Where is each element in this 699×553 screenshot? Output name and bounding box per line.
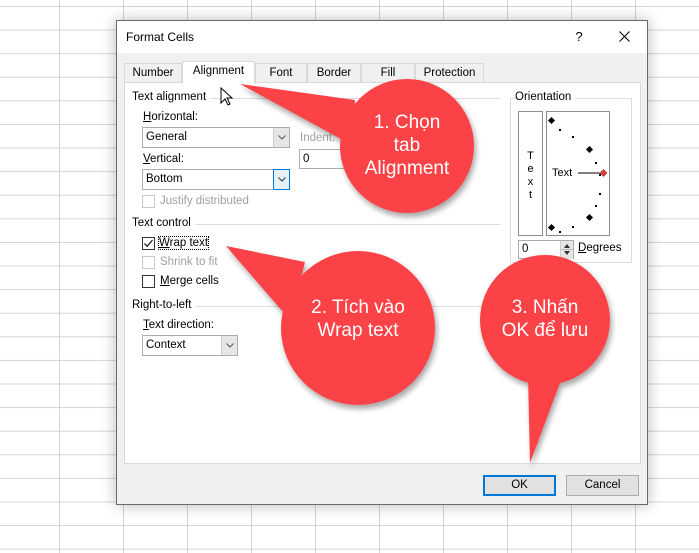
right-to-left-group-label: Right-to-left	[132, 299, 196, 311]
dialog-titlebar: Format Cells ?	[117, 21, 647, 53]
wrap-text-checkbox[interactable]	[142, 237, 155, 250]
vertical-dropdown-arrow[interactable]	[273, 169, 290, 190]
horizontal-select[interactable]: General	[142, 127, 290, 148]
close-icon	[618, 31, 630, 42]
text-direction-dropdown-arrow[interactable]	[221, 336, 237, 355]
orientation-dial[interactable]: Text	[546, 111, 610, 236]
horizontal-label: Horizontal:	[143, 111, 198, 123]
indent-input[interactable]: 0	[299, 149, 351, 169]
dial-marker-minus45	[585, 213, 594, 222]
dial-dot	[559, 231, 561, 233]
tab-number[interactable]: Number	[124, 63, 182, 83]
callout-1-text: 1. Chọn tab Alignment	[364, 112, 450, 179]
text-direction-value: Context	[146, 339, 186, 351]
justify-distributed-checkbox[interactable]	[142, 195, 155, 208]
horizontal-dropdown-arrow[interactable]	[273, 128, 289, 147]
tab-fill[interactable]: Fill	[361, 63, 415, 83]
ok-button[interactable]: OK	[483, 475, 556, 496]
degrees-input[interactable]: 0	[518, 240, 574, 259]
vertical-text-sample: T e x t	[527, 150, 534, 201]
shrink-to-fit-checkbox[interactable]	[142, 256, 155, 269]
vertical-text-orientation-box[interactable]: T e x t	[518, 111, 543, 236]
orientation-group-label: Orientation	[515, 91, 576, 103]
degrees-label: Degrees	[578, 242, 622, 254]
dial-dot	[595, 162, 597, 164]
chevron-down-icon	[277, 135, 286, 140]
vertical-label: Vertical:	[143, 153, 184, 165]
dial-dot	[599, 174, 601, 176]
degrees-value: 0	[522, 243, 529, 255]
degrees-spinner[interactable]	[560, 241, 573, 259]
merge-cells-label: Merge cells	[160, 275, 219, 287]
text-alignment-group-label: Text alignment	[132, 91, 211, 103]
chevron-down-icon	[277, 177, 286, 182]
chevron-down-icon	[225, 343, 234, 348]
dial-dot	[559, 129, 561, 131]
shrink-to-fit-label: Shrink to fit	[160, 256, 218, 268]
dial-dot	[595, 205, 597, 207]
dial-dot	[572, 136, 574, 138]
dial-marker-45	[585, 145, 594, 154]
dial-marker-90	[547, 116, 556, 125]
indent-label: Indent:	[300, 132, 336, 144]
text-direction-label: Text direction:	[143, 319, 214, 331]
merge-cells-checkbox[interactable]	[142, 275, 155, 288]
horizontal-select-value: General	[146, 131, 187, 143]
tab-alignment[interactable]: Alignment	[182, 61, 255, 84]
mouse-cursor-icon	[220, 87, 234, 106]
help-button[interactable]: ?	[569, 26, 589, 48]
vertical-select-value: Bottom	[146, 173, 183, 185]
dial-text-sample: Text	[552, 167, 573, 179]
wrap-text-label: Wrap text	[157, 236, 210, 250]
tab-font[interactable]: Font	[255, 63, 307, 83]
checkmark-icon	[144, 239, 153, 248]
vertical-select[interactable]: Bottom	[142, 169, 290, 190]
tab-protection[interactable]: Protection	[415, 63, 484, 83]
dial-dot	[572, 226, 574, 228]
format-cells-dialog: Format Cells ? Number Alignment Font Bor…	[116, 20, 648, 505]
dial-dot	[599, 193, 601, 195]
text-direction-select[interactable]: Context	[142, 335, 238, 356]
cancel-button[interactable]: Cancel	[566, 475, 639, 496]
spinner-arrows-icon	[561, 244, 573, 255]
dial-marker-minus90	[547, 223, 556, 232]
dialog-title: Format Cells	[126, 30, 195, 44]
callout-2-text: 2. Tích vào Wrap text	[311, 297, 405, 341]
orientation-handle[interactable]	[599, 169, 608, 177]
close-button[interactable]	[613, 25, 635, 49]
justify-distributed-label: Justify distributed	[160, 195, 249, 207]
indent-value: 0	[303, 153, 310, 165]
text-control-group-label: Text control	[132, 217, 195, 229]
callout-3-text: 3. Nhấn OK để lưu	[501, 297, 589, 341]
tab-border[interactable]: Border	[307, 63, 361, 83]
